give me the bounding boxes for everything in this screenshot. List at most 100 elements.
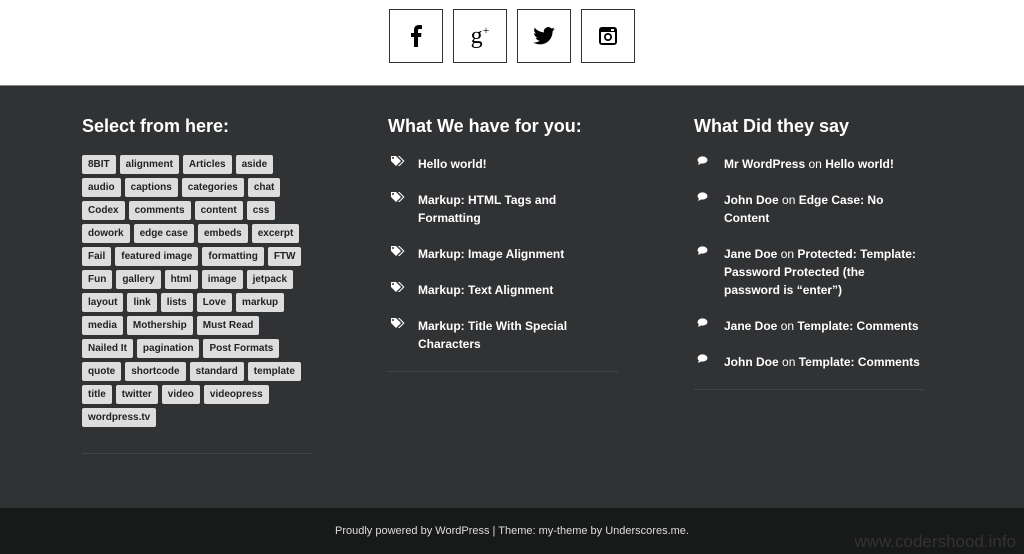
tag-link[interactable]: Post Formats [203, 339, 280, 358]
footer-widgets: Select from here: 8BIT alignment Articles a… [0, 86, 1024, 508]
tag-link[interactable]: gallery [116, 270, 161, 289]
comment-author[interactable]: John Doe [724, 193, 779, 207]
list-item: Markup: Text Alignment [388, 281, 618, 299]
tags-icon [388, 317, 418, 353]
tag-link[interactable]: css [246, 201, 276, 220]
footer-credits: Proudly powered by WordPress | Theme: my… [335, 525, 689, 537]
tag-link[interactable]: content [194, 201, 243, 220]
tag-link[interactable]: dowork [82, 224, 130, 243]
tag-link[interactable]: embeds [197, 224, 248, 243]
list-item: Hello world! [388, 155, 618, 173]
tags-icon [388, 155, 418, 173]
tag-link[interactable]: audio [82, 178, 121, 197]
tag-link[interactable]: Codex [82, 201, 125, 220]
tag-link[interactable]: markup [236, 293, 285, 312]
tag-link[interactable]: chat [247, 178, 281, 197]
post-link[interactable]: Markup: HTML Tags and Formatting [418, 191, 618, 227]
tag-link[interactable]: twitter [115, 385, 158, 404]
tag-link[interactable]: Must Read [196, 316, 260, 335]
on-label: on [780, 319, 795, 333]
tag-link[interactable]: 8BIT [82, 155, 116, 174]
instagram-button[interactable] [581, 9, 635, 63]
twitter-icon [533, 27, 555, 45]
tags-icon [388, 281, 418, 299]
comment-icon [694, 353, 724, 371]
list-item: Markup: HTML Tags and Formatting [388, 191, 618, 227]
tag-link[interactable]: categories [181, 178, 244, 197]
post-link[interactable]: Markup: Image Alignment [418, 245, 618, 263]
comment-icon [694, 245, 724, 299]
tag-link[interactable]: edge case [133, 224, 194, 243]
tag-link[interactable]: Nailed It [82, 339, 133, 358]
facebook-icon [411, 25, 422, 47]
tag-link[interactable]: media [82, 316, 123, 335]
post-link[interactable]: Template: Comments [797, 319, 918, 333]
tag-link[interactable]: formatting [202, 247, 264, 266]
comment-author[interactable]: Mr WordPress [724, 157, 805, 171]
tag-link[interactable]: aside [235, 155, 274, 174]
recent-comments-list: Mr WordPress on Hello world! John Doe on … [694, 155, 924, 371]
tag-link[interactable]: excerpt [251, 224, 300, 243]
tag-link[interactable]: comments [128, 201, 191, 220]
post-link[interactable]: Hello world! [418, 155, 618, 173]
twitter-button[interactable] [517, 9, 571, 63]
social-bar: g+ [0, 0, 1024, 86]
on-label: on [782, 355, 796, 369]
instagram-icon [599, 27, 617, 45]
google-plus-button[interactable]: g+ [453, 9, 507, 63]
tag-link[interactable]: standard [189, 362, 244, 381]
tag-link[interactable]: template [247, 362, 301, 381]
post-link[interactable]: Markup: Text Alignment [418, 281, 618, 299]
post-link[interactable]: Template: Comments [799, 355, 920, 369]
tag-link[interactable]: Mothership [126, 316, 193, 335]
tag-link[interactable]: Fun [82, 270, 113, 289]
list-item: Markup: Title With Special Characters [388, 317, 618, 353]
comment-icon [694, 191, 724, 227]
tag-link[interactable]: wordpress.tv [82, 408, 157, 427]
tag-link[interactable]: image [201, 270, 243, 289]
site-footer: Proudly powered by WordPress | Theme: my… [0, 508, 1024, 554]
widget-title: What We have for you: [388, 116, 582, 136]
post-link[interactable]: Markup: Title With Special Characters [418, 317, 618, 353]
facebook-button[interactable] [389, 9, 443, 63]
comment-icon [694, 155, 724, 173]
tags-icon [388, 191, 418, 227]
post-link[interactable]: Hello world! [825, 157, 894, 171]
tag-link[interactable]: shortcode [125, 362, 186, 381]
list-item: Markup: Image Alignment [388, 245, 618, 263]
list-item: John Doe on Template: Comments [694, 353, 924, 371]
tag-link[interactable]: featured image [115, 247, 199, 266]
comment-icon [694, 317, 724, 335]
tag-link[interactable]: Articles [182, 155, 232, 174]
list-item: Jane Doe on Template: Comments [694, 317, 924, 335]
comment-author[interactable]: Jane Doe [724, 319, 777, 333]
tag-link[interactable]: captions [124, 178, 178, 197]
tag-link[interactable]: Love [196, 293, 233, 312]
tag-link[interactable]: lists [160, 293, 193, 312]
on-label: on [808, 157, 822, 171]
tag-link[interactable]: jetpack [246, 270, 294, 289]
tag-link[interactable]: alignment [119, 155, 179, 174]
tag-link[interactable]: pagination [136, 339, 200, 358]
comment-author[interactable]: John Doe [724, 355, 779, 369]
divider [82, 453, 312, 454]
tag-link[interactable]: FTW [267, 247, 302, 266]
tag-cloud: 8BIT alignment Articles aside audio captions c… [82, 155, 312, 427]
on-label: on [780, 247, 795, 261]
tag-link[interactable]: link [127, 293, 157, 312]
tag-link[interactable]: title [82, 385, 112, 404]
tag-link[interactable]: video [161, 385, 200, 404]
tag-cloud-widget: Select from here: 8BIT alignment Articles a… [82, 116, 312, 454]
comment-author[interactable]: Jane Doe [724, 247, 777, 261]
tag-link[interactable]: quote [82, 362, 122, 381]
tag-link[interactable]: html [164, 270, 198, 289]
widget-title: What Did they say [694, 116, 850, 136]
tag-link[interactable]: videopress [203, 385, 269, 404]
tag-link[interactable]: Fail [82, 247, 112, 266]
recent-posts-list: Hello world! Markup: HTML Tags and Format… [388, 155, 618, 353]
widget-title: Select from here: [82, 116, 230, 136]
tag-link[interactable]: layout [82, 293, 124, 312]
list-item: Jane Doe on Protected: Template: Passwor… [694, 245, 924, 299]
list-item: John Doe on Edge Case: No Content [694, 191, 924, 227]
recent-comments-widget: What Did they say Mr WordPress on Hello … [694, 116, 924, 390]
